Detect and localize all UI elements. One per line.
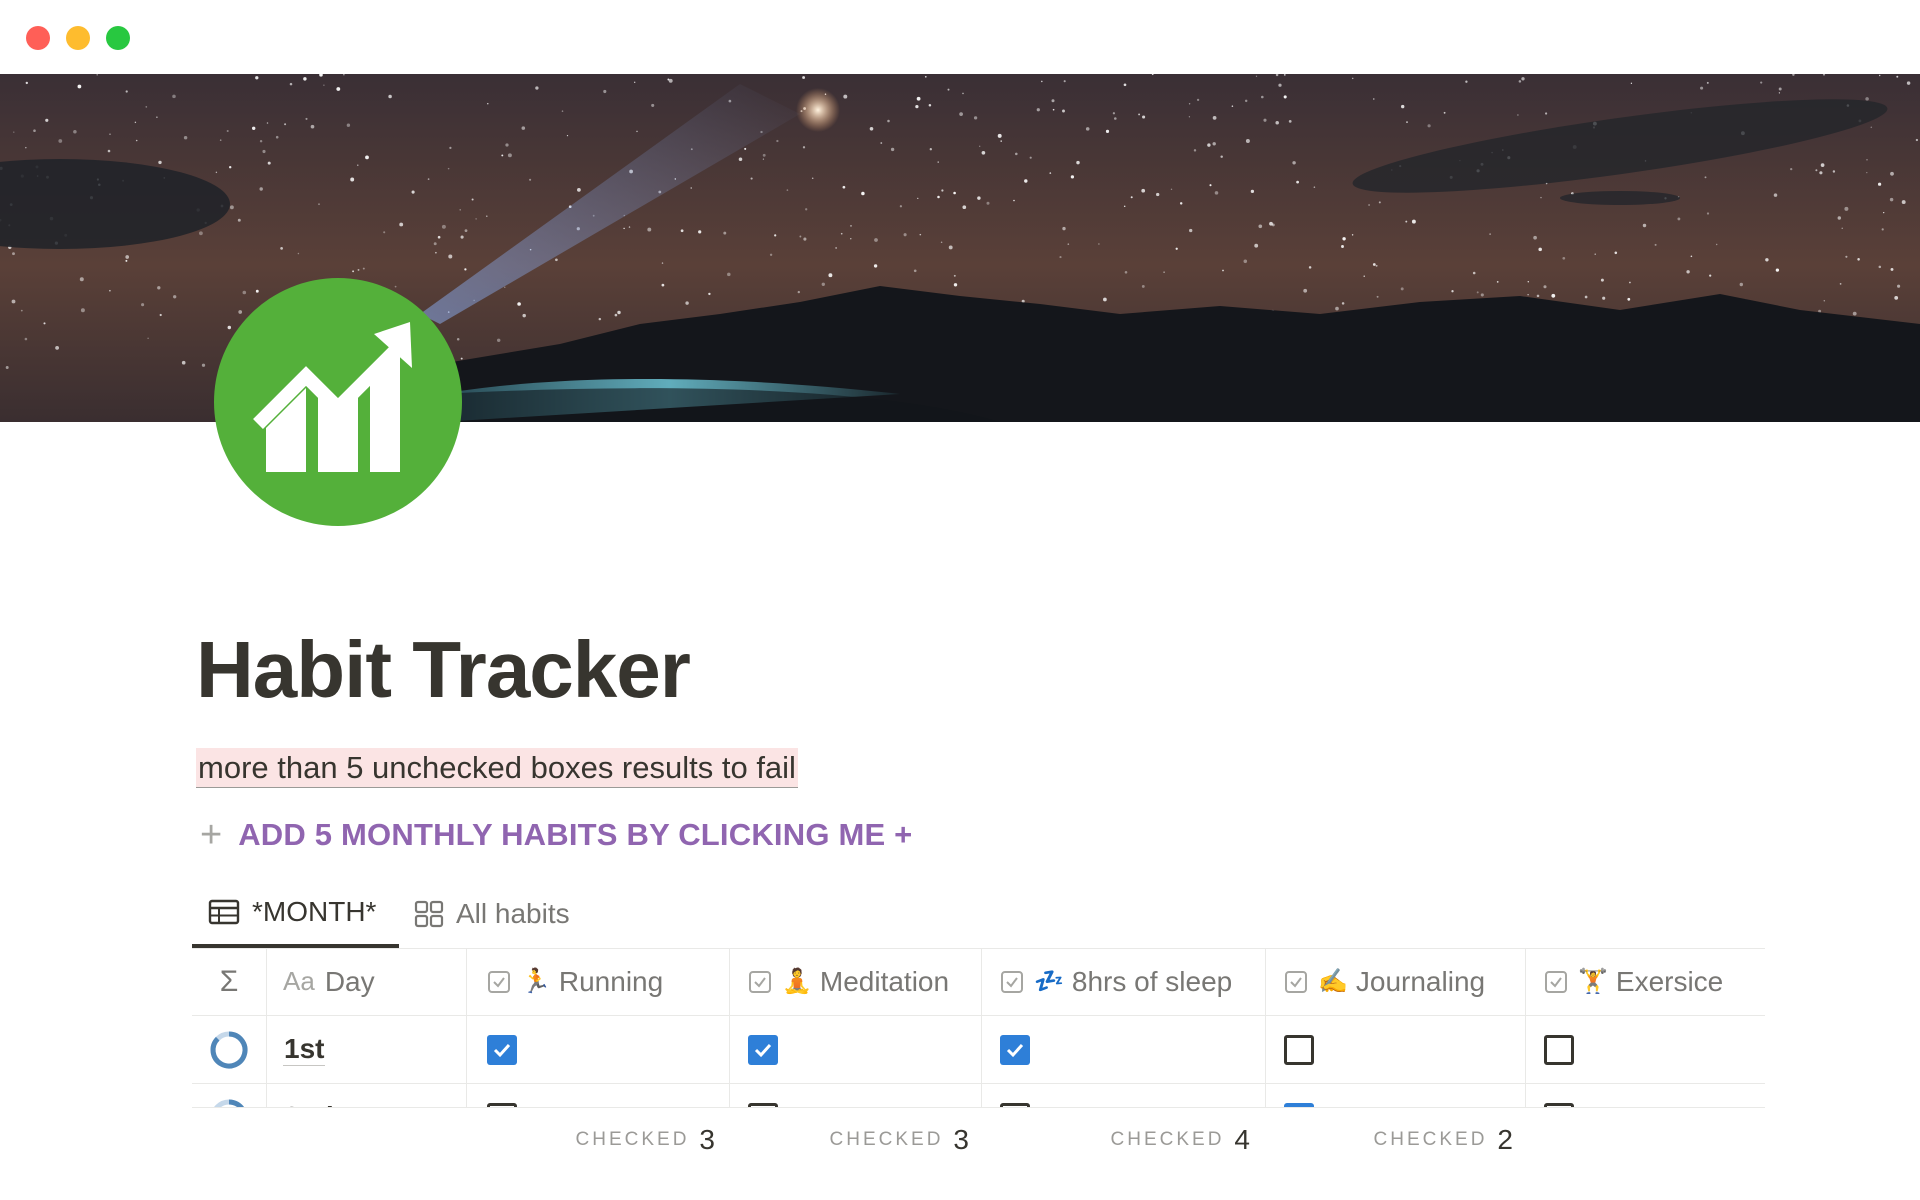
calc-value: 3 xyxy=(699,1124,715,1155)
header-sleep-label: 8hrs of sleep xyxy=(1071,965,1233,997)
header-day[interactable]: Aa Day xyxy=(267,948,467,1015)
running-checked-count[interactable]: CHECKED 3 xyxy=(467,1108,715,1172)
meditation-checked-count[interactable]: CHECKED 3 xyxy=(730,1108,969,1172)
add-monthly-habits-label: ADD 5 MONTHLY HABITS BY CLICKING ME + xyxy=(238,817,913,852)
table-row[interactable]: 2nd xyxy=(192,1084,1765,1108)
running-icon: 🏃 xyxy=(521,968,551,995)
journaling-cell[interactable] xyxy=(1266,1016,1526,1083)
calc-value: 3 xyxy=(953,1124,969,1155)
exercise-cell[interactable] xyxy=(1526,1084,1765,1108)
header-journaling[interactable]: ✍️ Journaling xyxy=(1266,948,1526,1015)
weight-lifter-icon: 🏋️ xyxy=(1578,968,1608,995)
progress-ring-icon xyxy=(210,1031,248,1068)
day-cell[interactable]: 1st xyxy=(267,1016,467,1083)
tab-all-habits-label: All habits xyxy=(456,898,570,929)
journaling-cell[interactable] xyxy=(1266,1084,1526,1108)
zzz-icon: 💤 xyxy=(1034,968,1064,995)
database-view-tabs: *MONTH* All habits xyxy=(192,880,1765,948)
text-property-icon: Aa xyxy=(283,966,315,996)
rule-callout-text[interactable]: more than 5 unchecked boxes results to f… xyxy=(196,748,798,788)
sleep-checked-count[interactable]: CHECKED 4 xyxy=(982,1108,1250,1172)
calc-label: CHECKED xyxy=(575,1129,690,1150)
exercise-cell[interactable] xyxy=(1526,1016,1765,1083)
meditation-cell[interactable] xyxy=(730,1084,982,1108)
calc-value: 2 xyxy=(1497,1124,1513,1155)
checkbox-property-icon xyxy=(488,970,510,993)
sleep-checkbox[interactable] xyxy=(1000,1034,1030,1065)
checkbox-property-icon xyxy=(1285,970,1307,993)
running-cell[interactable] xyxy=(467,1084,730,1108)
minimize-window-button[interactable] xyxy=(66,26,90,50)
tab-all-habits-view[interactable]: All habits xyxy=(414,880,570,948)
habit-table: Σ Aa Day 🏃 Running 🧘 Meditation 💤 8hrs o… xyxy=(192,948,1765,1108)
header-exercise[interactable]: 🏋️ Exersice xyxy=(1526,948,1765,1015)
header-sleep[interactable]: 💤 8hrs of sleep xyxy=(982,948,1266,1015)
header-meditation-label: Meditation xyxy=(819,965,950,997)
exercise-checkbox[interactable] xyxy=(1544,1034,1574,1065)
writing-hand-icon: ✍️ xyxy=(1318,968,1348,995)
add-monthly-habits-button[interactable]: + ADD 5 MONTHLY HABITS BY CLICKING ME + xyxy=(200,810,912,860)
running-cell[interactable] xyxy=(467,1016,730,1083)
window-titlebar xyxy=(0,0,1920,74)
table-row[interactable]: 1st xyxy=(192,1016,1765,1084)
sleep-cell[interactable] xyxy=(982,1084,1266,1108)
calc-label: CHECKED xyxy=(1373,1129,1488,1150)
running-checkbox[interactable] xyxy=(487,1034,517,1065)
calc-label: CHECKED xyxy=(1110,1129,1225,1150)
day-cell[interactable]: 2nd xyxy=(267,1084,467,1108)
tab-month-view[interactable]: *MONTH* xyxy=(192,880,399,948)
sigma-icon: Σ xyxy=(219,964,239,998)
trending-chart-icon[interactable] xyxy=(214,278,462,526)
meditation-cell[interactable] xyxy=(730,1016,982,1083)
calc-label: CHECKED xyxy=(829,1129,944,1150)
day-name[interactable]: 1st xyxy=(283,1033,326,1066)
header-meditation[interactable]: 🧘 Meditation xyxy=(730,948,982,1015)
table-footer-calculations: CHECKED 3 CHECKED 3 CHECKED 4 CHECKED 2 xyxy=(192,1108,1765,1172)
progress-ring-cell[interactable] xyxy=(192,1016,267,1083)
gallery-icon xyxy=(414,900,444,928)
close-window-button[interactable] xyxy=(26,26,50,50)
checkbox-property-icon xyxy=(1545,970,1567,993)
journaling-checkbox[interactable] xyxy=(1284,1034,1314,1065)
checkbox-property-icon xyxy=(749,970,771,993)
page-title[interactable]: Habit Tracker xyxy=(196,622,691,718)
header-formula[interactable]: Σ xyxy=(192,948,267,1015)
header-exercise-label: Exersice xyxy=(1615,965,1724,997)
meditation-checkbox[interactable] xyxy=(748,1034,778,1065)
header-day-label: Day xyxy=(324,965,375,997)
header-running-label: Running xyxy=(558,965,664,997)
progress-ring-cell[interactable] xyxy=(192,1084,267,1108)
journaling-checked-count[interactable]: CHECKED 2 xyxy=(1266,1108,1513,1172)
plus-icon: + xyxy=(200,814,223,856)
header-running[interactable]: 🏃 Running xyxy=(467,948,730,1015)
sleep-cell[interactable] xyxy=(982,1016,1266,1083)
calc-value: 4 xyxy=(1234,1124,1250,1155)
zoom-window-button[interactable] xyxy=(106,26,130,50)
checkbox-property-icon xyxy=(1001,970,1023,993)
table-icon xyxy=(208,899,240,925)
table-header-row: Σ Aa Day 🏃 Running 🧘 Meditation 💤 8hrs o… xyxy=(192,948,1765,1016)
header-journaling-label: Journaling xyxy=(1355,965,1486,997)
meditation-icon: 🧘 xyxy=(782,968,812,995)
tab-month-label: *MONTH* xyxy=(252,896,377,927)
